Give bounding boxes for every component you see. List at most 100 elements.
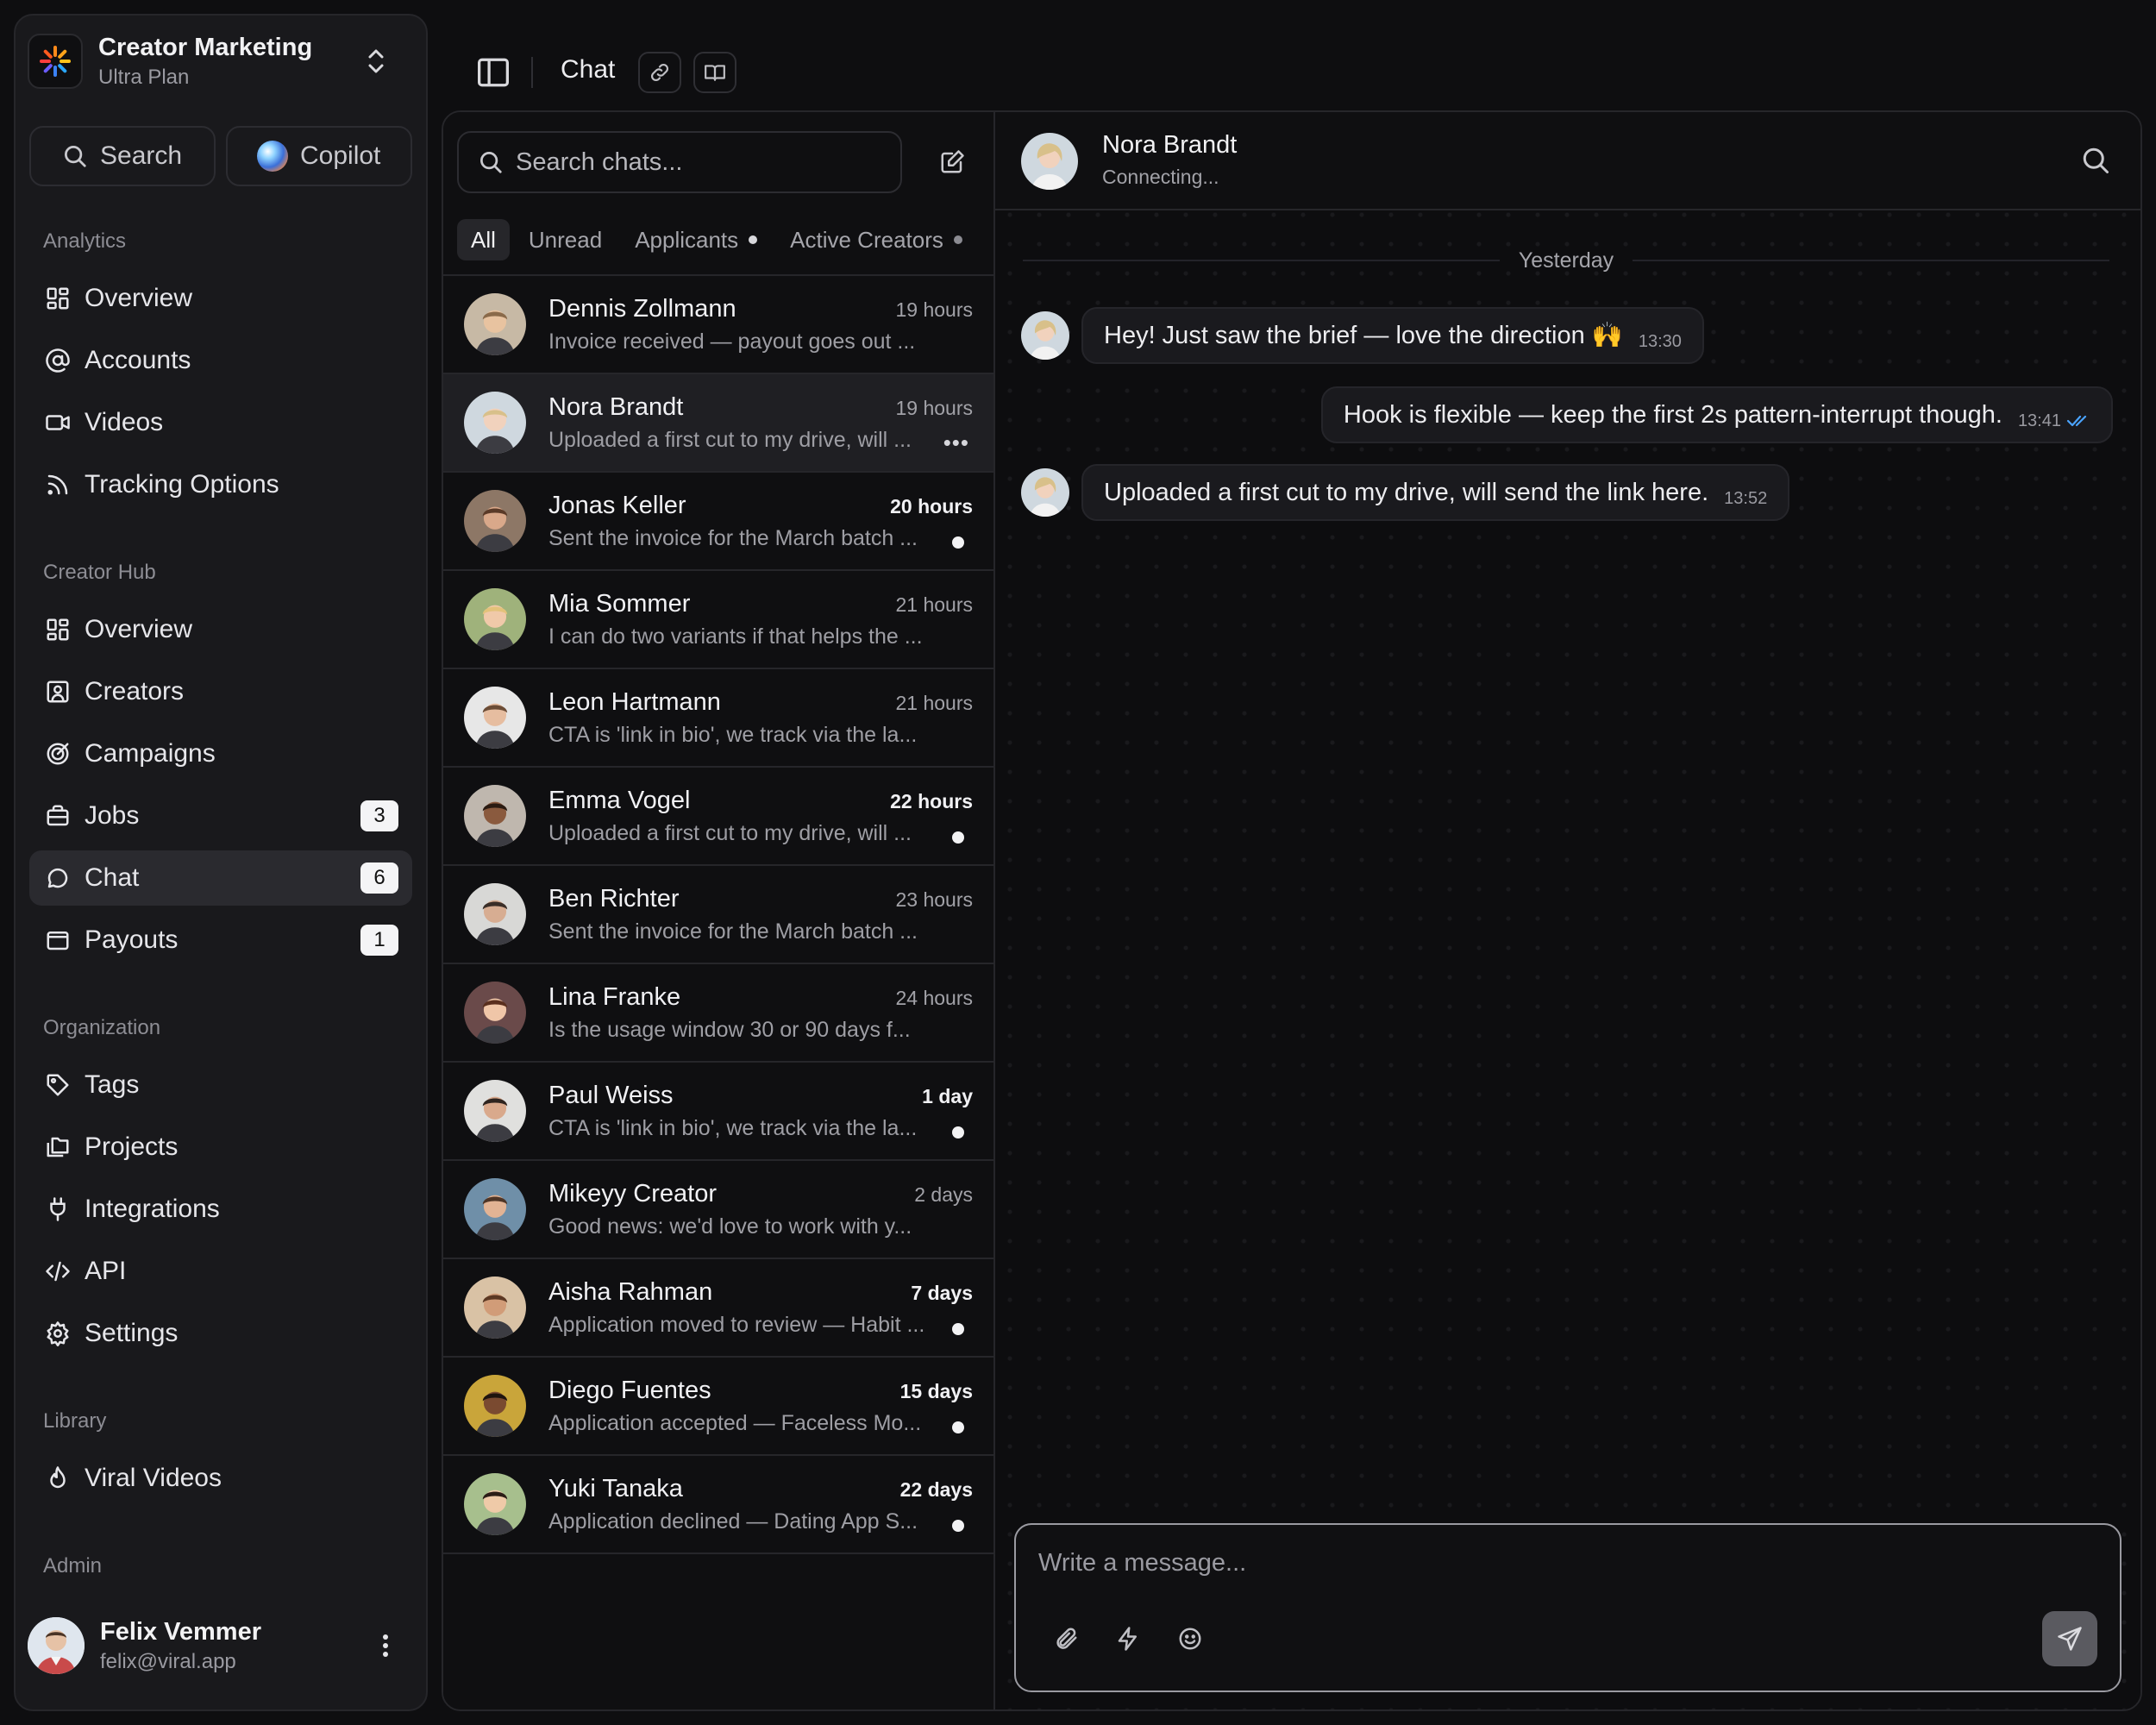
chat-list-item[interactable]: Jonas Keller 20 hours Sent the invoice for… xyxy=(443,473,993,571)
chat-contact-name: Aisha Rahman xyxy=(548,1278,713,1306)
avatar xyxy=(28,1617,85,1674)
chat-list-item[interactable]: Paul Weiss 1 day CTA is 'link in bio', we … xyxy=(443,1063,993,1161)
nav-settings[interactable]: Settings xyxy=(29,1306,412,1361)
avatar xyxy=(464,883,526,945)
message-incoming: Hey! Just saw the brief — love the direc… xyxy=(1021,307,1704,364)
nav-label: Viral Videos xyxy=(85,1464,222,1492)
chat-list-item[interactable]: Aisha Rahman 7 days Application moved to r… xyxy=(443,1259,993,1358)
chat-preview: CTA is 'link in bio', we track via the l… xyxy=(548,723,918,747)
paperclip-icon[interactable] xyxy=(1049,1622,1083,1656)
link-button[interactable] xyxy=(638,52,681,93)
message-outgoing: Hook is flexible — keep the first 2s pat… xyxy=(1320,386,2113,443)
chat-timestamp: 1 day xyxy=(922,1085,973,1107)
unread-dot xyxy=(952,1126,964,1138)
message-text: Hook is flexible — keep the first 2s pat… xyxy=(1343,400,2002,429)
filter-indicator-dot xyxy=(953,235,962,244)
nav-label: Overview xyxy=(85,615,193,643)
search-icon xyxy=(65,146,86,167)
avatar xyxy=(464,588,526,650)
unread-dot xyxy=(952,831,964,844)
search-icon[interactable] xyxy=(2080,145,2111,176)
code-icon xyxy=(43,1257,72,1286)
nav-label: Tracking Options xyxy=(85,470,279,499)
compose-icon[interactable] xyxy=(935,145,969,179)
chat-list-item[interactable]: Yuki Tanaka 22 days Application declined —… xyxy=(443,1456,993,1554)
avatar xyxy=(464,1178,526,1240)
more-vertical-icon[interactable] xyxy=(373,1628,398,1663)
sidebar-toggle-icon[interactable] xyxy=(476,57,511,88)
chat-preview: Is the usage window 30 or 90 days f... xyxy=(548,1018,911,1042)
workspace-switcher[interactable]: Creator Marketing Ultra Plan xyxy=(28,26,390,97)
filter-all[interactable]: All xyxy=(457,219,510,260)
message-text: Uploaded a first cut to my drive, will s… xyxy=(1104,478,1709,506)
chat-list-item[interactable]: Nora Brandt 19 hours Uploaded a first cut … xyxy=(443,374,993,473)
filter-unread[interactable]: Unread xyxy=(515,219,616,260)
chat-timestamp: 20 hours xyxy=(890,495,973,518)
nav-chat[interactable]: Chat 6 xyxy=(29,850,412,906)
more-horizontal-icon[interactable]: ••• xyxy=(943,430,969,456)
chat-list-item[interactable]: Diego Fuentes 15 days Application accepted… xyxy=(443,1358,993,1456)
chat-timestamp: 21 hours xyxy=(895,593,973,616)
chat-contact-name: Nora Brandt xyxy=(548,393,684,421)
chat-contact-name: Mikeyy Creator xyxy=(548,1180,717,1208)
avatar xyxy=(464,687,526,749)
chat-list-item[interactable]: Dennis Zollmann 19 hours Invoice received … xyxy=(443,276,993,374)
nav-analytics-overview[interactable]: Overview xyxy=(29,271,412,326)
chat-timestamp: 23 hours xyxy=(895,888,973,911)
chat-list-item[interactable]: Lina Franke 24 hours Is the usage window 3… xyxy=(443,964,993,1063)
nav-projects[interactable]: Projects xyxy=(29,1120,412,1175)
chat-preview: Application accepted — Faceless Mo... xyxy=(548,1411,922,1435)
chat-contact-name: Ben Richter xyxy=(548,885,680,913)
user-profile[interactable]: Felix Vemmer felix@viral.app xyxy=(28,1611,398,1680)
zap-icon[interactable] xyxy=(1111,1622,1145,1656)
nav-tags[interactable]: Tags xyxy=(29,1057,412,1113)
nav-label: Payouts xyxy=(85,925,179,954)
message-bubble[interactable]: Hey! Just saw the brief — love the direc… xyxy=(1081,307,1704,364)
nav-payouts[interactable]: Payouts 1 xyxy=(29,913,412,968)
chat-timestamp: 2 days xyxy=(914,1183,973,1206)
copilot-icon xyxy=(257,141,288,172)
message-bubble[interactable]: Hook is flexible — keep the first 2s pat… xyxy=(1320,386,2113,443)
chat-list-item[interactable]: Ben Richter 23 hours Sent the invoice for … xyxy=(443,866,993,964)
message-bubble[interactable]: Uploaded a first cut to my drive, will s… xyxy=(1081,464,1790,521)
chat-search-placeholder: Search chats... xyxy=(516,147,683,176)
avatar xyxy=(464,1080,526,1142)
chat-search-input[interactable]: Search chats... xyxy=(457,131,902,193)
search-button[interactable]: Search xyxy=(29,126,216,186)
chat-list-item[interactable]: Leon Hartmann 21 hours CTA is 'link in bio… xyxy=(443,669,993,768)
wallet-icon xyxy=(43,925,72,955)
nav-label: Tags xyxy=(85,1070,140,1099)
chat-list-item[interactable]: Mia Sommer 21 hours I can do two variants … xyxy=(443,571,993,669)
chat-timestamp: 15 days xyxy=(899,1380,973,1402)
unread-dot xyxy=(952,1421,964,1433)
docs-button[interactable] xyxy=(693,52,736,93)
nav-tracking-options[interactable]: Tracking Options xyxy=(29,457,412,512)
nav-jobs[interactable]: Jobs 3 xyxy=(29,788,412,844)
nav-api[interactable]: API xyxy=(29,1244,412,1299)
nav-creator-hub-overview[interactable]: Overview xyxy=(29,602,412,657)
chat-list-item[interactable]: Mikeyy Creator 2 days Good news: we'd love… xyxy=(443,1161,993,1259)
nav-creators[interactable]: Creators xyxy=(29,664,412,719)
message-text: Hey! Just saw the brief — love the direc… xyxy=(1104,322,1623,349)
nav-viral-videos[interactable]: Viral Videos xyxy=(29,1451,412,1506)
filter-applicants[interactable]: Applicants xyxy=(621,219,771,260)
filter-active-creators[interactable]: Active Creators xyxy=(776,219,976,260)
message-composer[interactable]: Write a message... xyxy=(1014,1523,2122,1692)
send-button[interactable] xyxy=(2042,1611,2097,1666)
copilot-button[interactable]: Copilot xyxy=(226,126,412,186)
search-button-label: Search xyxy=(100,141,183,170)
nav-accounts[interactable]: Accounts xyxy=(29,333,412,388)
day-separator-label: Yesterday xyxy=(1518,248,1614,273)
nav-videos[interactable]: Videos xyxy=(29,395,412,450)
at-icon xyxy=(43,346,72,375)
chevrons-up-down-icon[interactable] xyxy=(362,44,390,78)
chat-preview: I can do two variants if that helps the … xyxy=(548,624,923,649)
chat-count-badge: 6 xyxy=(360,862,398,894)
smile-icon[interactable] xyxy=(1173,1622,1207,1656)
nav-label: Jobs xyxy=(85,801,140,830)
double-check-icon xyxy=(2066,407,2090,436)
chat-list-item[interactable]: Emma Vogel 22 hours Uploaded a first cut t… xyxy=(443,768,993,866)
nav-integrations[interactable]: Integrations xyxy=(29,1182,412,1237)
nav-campaigns[interactable]: Campaigns xyxy=(29,726,412,781)
chat-preview: Application declined — Dating App S... xyxy=(548,1509,918,1534)
